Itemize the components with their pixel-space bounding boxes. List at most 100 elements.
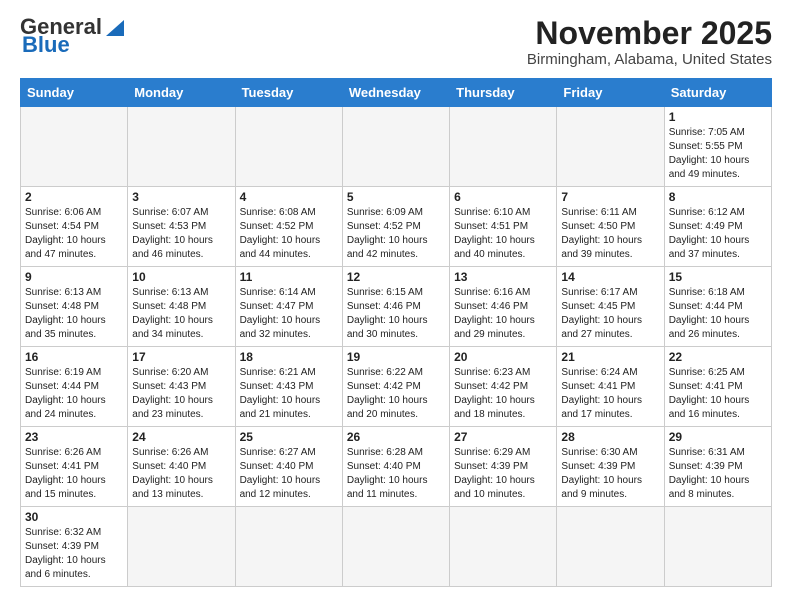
day-number: 2 [25, 190, 123, 204]
calendar-day: 30 Sunrise: 6:32 AM Sunset: 4:39 PM Dayli… [21, 507, 128, 587]
day-info: Sunrise: 6:10 AM Sunset: 4:51 PM Dayligh… [454, 206, 552, 262]
day-number: 13 [454, 270, 552, 284]
day-info: Sunrise: 6:06 AM Sunset: 4:54 PM Dayligh… [25, 206, 123, 262]
calendar-week-6: 30 Sunrise: 6:32 AM Sunset: 4:39 PM Dayli… [21, 507, 772, 587]
calendar-day [128, 107, 235, 187]
calendar-week-1: 1 Sunrise: 7:05 AM Sunset: 5:55 PM Daylig… [21, 107, 772, 187]
day-info: Sunrise: 6:12 AM Sunset: 4:49 PM Dayligh… [669, 206, 767, 262]
calendar-day: 16Sunrise: 6:19 AM Sunset: 4:44 PM Dayli… [21, 347, 128, 427]
day-number: 4 [240, 190, 338, 204]
calendar-week-5: 23 Sunrise: 6:26 AM Sunset: 4:41 PM Dayli… [21, 427, 772, 507]
day-number: 1 [669, 110, 767, 124]
day-info: Sunrise: 6:21 AM Sunset: 4:43 PM Dayligh… [240, 366, 338, 422]
day-info: Sunrise: 6:18 AM Sunset: 4:44 PM Dayligh… [669, 286, 767, 342]
header-row: Sunday Monday Tuesday Wednesday Thursday… [21, 79, 772, 107]
day-number: 16 [25, 350, 123, 364]
day-number: 9 [25, 270, 123, 284]
calendar-day: 6 Sunrise: 6:10 AM Sunset: 4:51 PM Daylig… [450, 187, 557, 267]
calendar-day: 4Sunrise: 6:08 AM Sunset: 4:52 PM Daylig… [235, 187, 342, 267]
logo-blue: Blue [22, 34, 70, 56]
calendar-day: 25 Sunrise: 6:27 AM Sunset: 4:40 PM Dayli… [235, 427, 342, 507]
calendar-day: 26 Sunrise: 6:28 AM Sunset: 4:40 PM Dayli… [342, 427, 449, 507]
day-info: Sunrise: 6:26 AM Sunset: 4:40 PM Dayligh… [132, 446, 230, 502]
day-info: Sunrise: 6:17 AM Sunset: 4:45 PM Dayligh… [561, 286, 659, 342]
day-number: 27 [454, 430, 552, 444]
day-number: 3 [132, 190, 230, 204]
calendar-day: 9 Sunrise: 6:13 AM Sunset: 4:48 PM Daylig… [21, 267, 128, 347]
calendar-day: 27 Sunrise: 6:29 AM Sunset: 4:39 PM Dayli… [450, 427, 557, 507]
day-info: Sunrise: 6:13 AM Sunset: 4:48 PM Dayligh… [25, 286, 123, 342]
day-number: 5 [347, 190, 445, 204]
day-info: Sunrise: 6:07 AM Sunset: 4:53 PM Dayligh… [132, 206, 230, 262]
day-info: Sunrise: 6:14 AM Sunset: 4:47 PM Dayligh… [240, 286, 338, 342]
calendar-week-3: 9 Sunrise: 6:13 AM Sunset: 4:48 PM Daylig… [21, 267, 772, 347]
calendar-title: November 2025 [527, 16, 772, 51]
calendar-day: 23 Sunrise: 6:26 AM Sunset: 4:41 PM Dayli… [21, 427, 128, 507]
calendar-day: 7Sunrise: 6:11 AM Sunset: 4:50 PM Daylig… [557, 187, 664, 267]
col-saturday: Saturday [664, 79, 771, 107]
calendar-week-4: 16Sunrise: 6:19 AM Sunset: 4:44 PM Dayli… [21, 347, 772, 427]
calendar-day [342, 507, 449, 587]
logo-triangle-icon [104, 16, 126, 38]
day-number: 6 [454, 190, 552, 204]
calendar-day: 12 Sunrise: 6:15 AM Sunset: 4:46 PM Dayli… [342, 267, 449, 347]
day-number: 25 [240, 430, 338, 444]
day-number: 23 [25, 430, 123, 444]
day-info: Sunrise: 6:15 AM Sunset: 4:46 PM Dayligh… [347, 286, 445, 342]
calendar-table: Sunday Monday Tuesday Wednesday Thursday… [20, 78, 772, 587]
day-info: Sunrise: 6:30 AM Sunset: 4:39 PM Dayligh… [561, 446, 659, 502]
col-sunday: Sunday [21, 79, 128, 107]
calendar-day: 18 Sunrise: 6:21 AM Sunset: 4:43 PM Dayli… [235, 347, 342, 427]
day-info: Sunrise: 6:32 AM Sunset: 4:39 PM Dayligh… [25, 526, 123, 582]
day-info: Sunrise: 6:22 AM Sunset: 4:42 PM Dayligh… [347, 366, 445, 422]
calendar-day [342, 107, 449, 187]
day-info: Sunrise: 6:28 AM Sunset: 4:40 PM Dayligh… [347, 446, 445, 502]
calendar-day: 1 Sunrise: 7:05 AM Sunset: 5:55 PM Daylig… [664, 107, 771, 187]
calendar-day [450, 507, 557, 587]
calendar-day: 19 Sunrise: 6:22 AM Sunset: 4:42 PM Dayli… [342, 347, 449, 427]
day-number: 18 [240, 350, 338, 364]
day-info: Sunrise: 6:29 AM Sunset: 4:39 PM Dayligh… [454, 446, 552, 502]
calendar-day: 11 Sunrise: 6:14 AM Sunset: 4:47 PM Dayli… [235, 267, 342, 347]
calendar-day [450, 107, 557, 187]
calendar-subtitle: Birmingham, Alabama, United States [527, 51, 772, 68]
day-number: 12 [347, 270, 445, 284]
day-number: 10 [132, 270, 230, 284]
calendar-day [235, 107, 342, 187]
col-tuesday: Tuesday [235, 79, 342, 107]
day-number: 26 [347, 430, 445, 444]
day-number: 30 [25, 510, 123, 524]
calendar-day [557, 507, 664, 587]
day-number: 11 [240, 270, 338, 284]
col-monday: Monday [128, 79, 235, 107]
day-info: Sunrise: 6:23 AM Sunset: 4:42 PM Dayligh… [454, 366, 552, 422]
day-number: 19 [347, 350, 445, 364]
day-number: 15 [669, 270, 767, 284]
day-number: 8 [669, 190, 767, 204]
calendar-day: 10 Sunrise: 6:13 AM Sunset: 4:48 PM Dayli… [128, 267, 235, 347]
calendar-body: 1 Sunrise: 7:05 AM Sunset: 5:55 PM Daylig… [21, 107, 772, 587]
calendar-day: 29 Sunrise: 6:31 AM Sunset: 4:39 PM Dayli… [664, 427, 771, 507]
day-info: Sunrise: 7:05 AM Sunset: 5:55 PM Dayligh… [669, 126, 767, 182]
day-info: Sunrise: 6:31 AM Sunset: 4:39 PM Dayligh… [669, 446, 767, 502]
day-number: 14 [561, 270, 659, 284]
col-thursday: Thursday [450, 79, 557, 107]
day-number: 29 [669, 430, 767, 444]
title-block: November 2025 Birmingham, Alabama, Unite… [527, 16, 772, 68]
calendar-day: 24 Sunrise: 6:26 AM Sunset: 4:40 PM Dayli… [128, 427, 235, 507]
day-info: Sunrise: 6:09 AM Sunset: 4:52 PM Dayligh… [347, 206, 445, 262]
day-info: Sunrise: 6:13 AM Sunset: 4:48 PM Dayligh… [132, 286, 230, 342]
day-info: Sunrise: 6:16 AM Sunset: 4:46 PM Dayligh… [454, 286, 552, 342]
logo: General Blue [20, 16, 126, 56]
day-number: 24 [132, 430, 230, 444]
calendar-week-2: 2 Sunrise: 6:06 AM Sunset: 4:54 PM Daylig… [21, 187, 772, 267]
calendar-day: 14 Sunrise: 6:17 AM Sunset: 4:45 PM Dayli… [557, 267, 664, 347]
calendar-day: 5 Sunrise: 6:09 AM Sunset: 4:52 PM Daylig… [342, 187, 449, 267]
day-info: Sunrise: 6:27 AM Sunset: 4:40 PM Dayligh… [240, 446, 338, 502]
day-number: 20 [454, 350, 552, 364]
day-number: 7 [561, 190, 659, 204]
calendar-day [21, 107, 128, 187]
day-info: Sunrise: 6:26 AM Sunset: 4:41 PM Dayligh… [25, 446, 123, 502]
col-wednesday: Wednesday [342, 79, 449, 107]
calendar-day: 2 Sunrise: 6:06 AM Sunset: 4:54 PM Daylig… [21, 187, 128, 267]
